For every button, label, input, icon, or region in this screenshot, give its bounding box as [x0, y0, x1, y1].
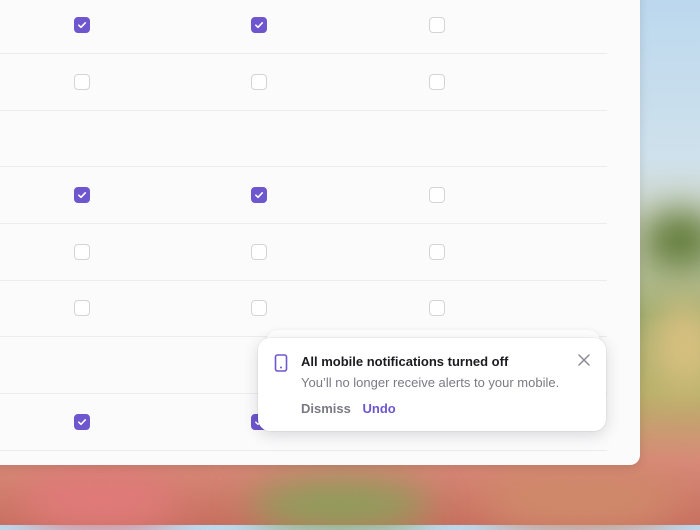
mobile-checkbox[interactable]: [429, 244, 445, 260]
mobile-checkbox[interactable]: [429, 187, 445, 203]
mobile-checkbox[interactable]: [429, 300, 445, 316]
mobile-phone-icon: [274, 354, 288, 377]
email-checkbox[interactable]: [74, 17, 90, 33]
email-checkbox[interactable]: [74, 244, 90, 260]
table-row: [0, 0, 607, 54]
background-foliage: [650, 300, 700, 390]
email-checkbox[interactable]: [74, 300, 90, 316]
desktop-checkbox[interactable]: [251, 300, 267, 316]
email-checkbox[interactable]: [74, 414, 90, 430]
background-flowers: [250, 480, 430, 530]
desktop-checkbox[interactable]: [251, 17, 267, 33]
notification-toast: All mobile notifications turned off You’…: [258, 338, 606, 431]
toast-title: All mobile notifications turned off: [301, 354, 509, 369]
desktop-checkbox[interactable]: [251, 74, 267, 90]
desktop-checkbox[interactable]: [251, 187, 267, 203]
table-row: [0, 54, 607, 111]
background-flowers: [480, 470, 680, 530]
dismiss-button[interactable]: Dismiss: [301, 401, 351, 416]
undo-button[interactable]: Undo: [363, 401, 396, 416]
mobile-checkbox[interactable]: [429, 17, 445, 33]
background-foliage: [640, 210, 700, 270]
table-row: [0, 224, 607, 281]
email-checkbox[interactable]: [74, 74, 90, 90]
toast-actions: Dismiss Undo: [301, 401, 396, 416]
email-checkbox[interactable]: [74, 187, 90, 203]
table-row: [0, 280, 607, 337]
close-icon[interactable]: [576, 352, 592, 373]
desktop-checkbox[interactable]: [251, 244, 267, 260]
table-row: [0, 167, 607, 224]
mobile-checkbox[interactable]: [429, 74, 445, 90]
background-flowers: [20, 470, 180, 530]
section-gap-row: [0, 110, 607, 167]
toast-description: You’ll no longer receive alerts to your …: [301, 375, 560, 390]
